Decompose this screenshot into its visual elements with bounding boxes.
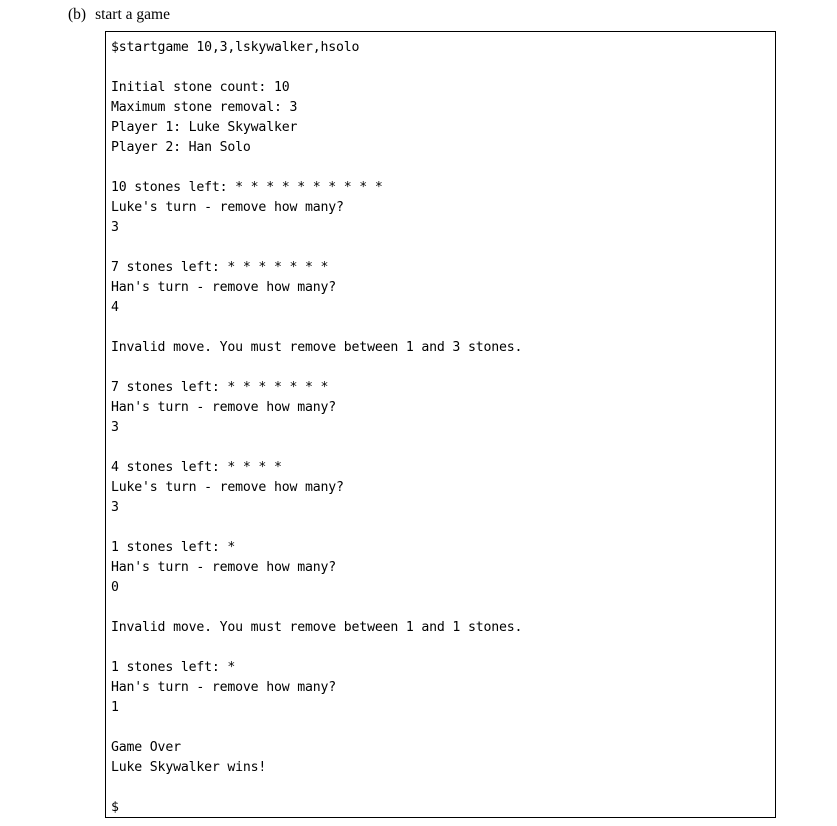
figure-caption: (b) start a game — [68, 5, 170, 25]
terminal-line: 4 — [111, 300, 119, 315]
terminal-line: 7 stones left: * * * * * * * — [111, 380, 329, 395]
terminal-line: Han's turn - remove how many? — [111, 560, 337, 575]
terminal-line: 3 — [111, 500, 119, 515]
terminal-line: Invalid move. You must remove between 1 … — [111, 620, 523, 635]
terminal-line: 1 stones left: * — [111, 540, 236, 555]
terminal-line: Han's turn - remove how many? — [111, 280, 337, 295]
figure-caption-text: start a game — [95, 6, 170, 23]
terminal-line: 7 stones left: * * * * * * * — [111, 260, 329, 275]
terminal-line: Han's turn - remove how many? — [111, 680, 337, 695]
terminal-transcript: $startgame 10,3,lskywalker,hsolo Initial… — [111, 38, 773, 817]
terminal-line: 3 — [111, 220, 119, 235]
terminal-line: $startgame 10,3,lskywalker,hsolo — [111, 40, 360, 55]
terminal-line: Luke's turn - remove how many? — [111, 200, 344, 215]
terminal-line: Luke's turn - remove how many? — [111, 480, 344, 495]
terminal-transcript-box: $startgame 10,3,lskywalker,hsolo Initial… — [105, 31, 776, 818]
terminal-line: 3 — [111, 420, 119, 435]
terminal-line: $ — [111, 800, 119, 815]
terminal-line: 10 stones left: * * * * * * * * * * — [111, 180, 383, 195]
terminal-line: Invalid move. You must remove between 1 … — [111, 340, 523, 355]
terminal-line: Player 1: Luke Skywalker — [111, 120, 298, 135]
terminal-line: 1 stones left: * — [111, 660, 236, 675]
terminal-line: Player 2: Han Solo — [111, 140, 251, 155]
terminal-line: Luke Skywalker wins! — [111, 760, 267, 775]
terminal-line: Han's turn - remove how many? — [111, 400, 337, 415]
terminal-line: Maximum stone removal: 3 — [111, 100, 298, 115]
figure-caption-label: (b) — [68, 6, 87, 23]
terminal-line: Game Over — [111, 740, 181, 755]
terminal-line: Initial stone count: 10 — [111, 80, 290, 95]
terminal-line: 0 — [111, 580, 119, 595]
terminal-line: 4 stones left: * * * * — [111, 460, 282, 475]
terminal-line: 1 — [111, 700, 119, 715]
